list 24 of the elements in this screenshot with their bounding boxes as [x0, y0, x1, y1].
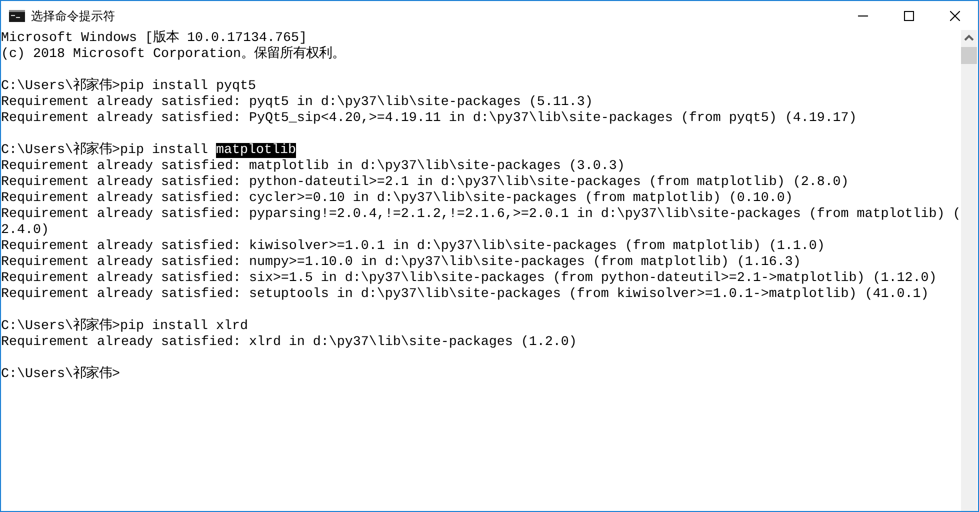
console-line: Requirement already satisfied: matplotlib in d:\py37\lib\site-packages (3.0.3)	[1, 159, 625, 174]
console-line: (c) 2018 Microsoft Corporation。保留所有权利。	[1, 47, 345, 62]
console-line: Requirement already satisfied: PyQt5_sip<4.20,>=4.19.11 in d:\py37\lib\site-packages (from pyqt5) (4.19.17)	[1, 111, 857, 126]
console-line: Microsoft Windows [版本 10.0.17134.765]	[1, 31, 307, 46]
window-title: 选择命令提示符	[31, 8, 115, 24]
console-line: C:\Users\祁家伟>pip install	[1, 143, 209, 158]
console-icon	[9, 10, 25, 22]
console-line: C:\Users\祁家伟>pip install pyqt5	[1, 79, 256, 94]
close-icon	[950, 10, 960, 20]
console-line: C:\Users\祁家伟>	[1, 367, 120, 382]
console-line: Requirement already satisfied: numpy>=1.10.0 in d:\py37\lib\site-packages (from matplotlib) (1.16.3)	[1, 255, 801, 270]
console-line: Requirement already satisfied: six>=1.5 in d:\py37\lib\site-packages (from python-dateutil>=2.1->matplotlib) (1.12.0)	[1, 271, 937, 286]
console-line: Requirement already satisfied: setuptools in d:\py37\lib\site-packages (from kiwisolver>=1.0.1->matplotlib) (41.0.1)	[1, 287, 929, 302]
console-line: Requirement already satisfied: python-dateutil>=2.1 in d:\py37\lib\site-packages (from matplotlib) (2.8.0)	[1, 175, 849, 190]
maximize-icon	[904, 10, 914, 20]
console-line: Requirement already satisfied: kiwisolver>=1.0.1 in d:\py37\lib\site-packages (from matplotlib) (1.1.0)	[1, 239, 825, 254]
console-line: Requirement already satisfied: xlrd in d:\py37\lib\site-packages (1.2.0)	[1, 335, 577, 350]
console-line: C:\Users\祁家伟>pip install xlrd	[1, 319, 248, 334]
scrollbar-thumb[interactable]	[961, 47, 977, 64]
console-line: Requirement already satisfied: pyqt5 in d:\py37\lib\site-packages (5.11.3)	[1, 95, 593, 110]
console-line: 2.4.0)	[1, 223, 49, 238]
console-line: Requirement already satisfied: cycler>=0.10 in d:\py37\lib\site-packages (from matplotlib) (0.10.0)	[1, 191, 793, 206]
selected-text: matplotlib	[216, 143, 296, 158]
console-line: Requirement already satisfied: pyparsing!=2.0.4,!=2.1.2,!=2.1.6,>=2.0.1 in d:\py37\lib\site-packages (from matplotlib) (	[1, 207, 961, 222]
